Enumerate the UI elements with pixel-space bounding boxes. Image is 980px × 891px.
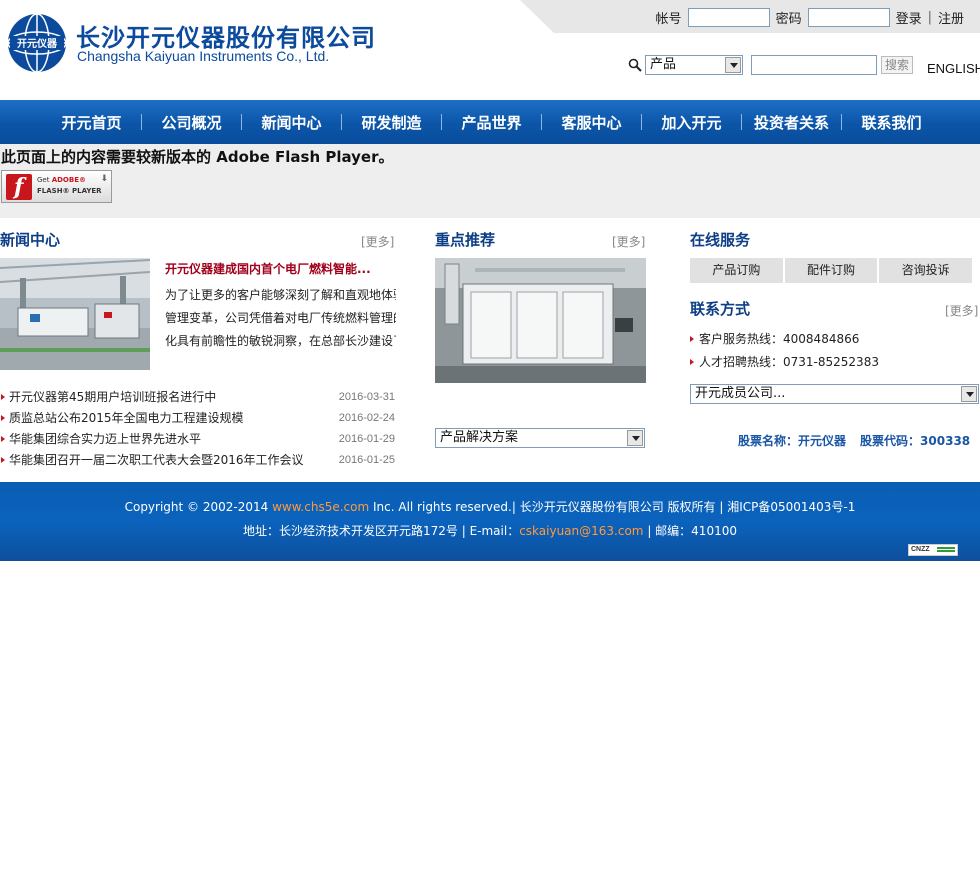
copyright-prefix: Copyright © 2002-2014 bbox=[124, 500, 273, 514]
news-item-date: 2016-02-24 bbox=[338, 412, 395, 424]
postcode-text: | 邮编：410100 bbox=[643, 524, 737, 538]
stock-info: 股票名称：开元仪器 股票代码：300338 bbox=[738, 432, 970, 449]
news-feature-line: 化具有前瞻性的敏锐洞察，在总部长沙建设了 bbox=[165, 334, 396, 348]
list-item[interactable]: 华能集团综合实力迈上世界先进水平 2016-01-29 bbox=[0, 429, 396, 450]
footer-email-link[interactable]: cskaiyuan@163.com bbox=[519, 524, 643, 538]
member-company-value: 开元成员公司... bbox=[695, 386, 786, 401]
stock-name-value: 开元仪器 bbox=[798, 434, 847, 448]
search-bar: 产品 搜索 bbox=[628, 55, 914, 75]
get-flash-player-button[interactable]: Get ADOBE® FLASH® PLAYER ⬇ bbox=[1, 170, 112, 203]
contact-value: 4008484866 bbox=[783, 332, 860, 346]
search-category-select[interactable]: 产品 bbox=[645, 55, 743, 75]
inquiry-complaint-button[interactable]: 咨询投诉 bbox=[877, 258, 973, 283]
flash-banner: 此页面上的内容需要较新版本的 Adobe Flash Player。 Get A… bbox=[0, 144, 980, 218]
chevron-down-icon bbox=[725, 57, 741, 73]
english-link[interactable]: ENGLISH bbox=[927, 61, 980, 76]
news-item-title[interactable]: 开元仪器第45期用户培训班报名进行中 bbox=[9, 390, 216, 404]
contact-more-link[interactable]: [更多] bbox=[945, 302, 978, 319]
stock-code-value: 300338 bbox=[920, 434, 971, 448]
stock-code-label: 股票代码： bbox=[860, 434, 921, 448]
news-item-title[interactable]: 华能集团召开一届二次职工代表大会暨2016年工作会议 bbox=[9, 453, 304, 467]
search-button[interactable]: 搜索 bbox=[881, 56, 914, 74]
news-item-title[interactable]: 质监总站公布2015年全国电力工程建设规模 bbox=[9, 411, 244, 425]
flash-badge-line1: Get ADOBE® bbox=[37, 176, 86, 184]
service-section-title: 在线服务 bbox=[690, 231, 751, 249]
recommend-more-link[interactable]: [更多] bbox=[612, 233, 645, 250]
login-form: 帐号 密码 登录 | 注册 bbox=[656, 7, 964, 27]
logo-globe-icon: 开元仪器 bbox=[7, 13, 67, 73]
search-icon bbox=[628, 58, 642, 72]
list-item[interactable]: 华能集团召开一届二次职工代表大会暨2016年工作会议 2016-01-25 bbox=[0, 450, 396, 471]
news-feature-line: 为了让更多的客户能够深刻了解和直观地体验 bbox=[165, 288, 396, 302]
nav-item-products[interactable]: 产品世界 bbox=[442, 112, 541, 133]
search-input[interactable] bbox=[751, 55, 877, 75]
news-item-title[interactable]: 华能集团综合实力迈上世界先进水平 bbox=[9, 432, 201, 446]
list-item: 客户服务热线：4008484866 bbox=[690, 328, 879, 351]
company-name-en: Changsha Kaiyuan Instruments Co., Ltd. bbox=[77, 48, 330, 64]
copyright-suffix: Inc. All rights reserved.| 长沙开元仪器股份有限公司 … bbox=[369, 500, 856, 514]
company-logo[interactable]: 开元仪器 长沙开元仪器股份有限公司 Changsha Kaiyuan Instr… bbox=[6, 12, 375, 74]
footer-copyright: Copyright © 2002-2014 www.chs5e.com Inc.… bbox=[0, 498, 980, 515]
solution-select[interactable]: 产品解决方案 bbox=[435, 428, 645, 448]
nav-item-join[interactable]: 加入开元 bbox=[642, 112, 741, 133]
contact-list: 客户服务热线：4008484866 人才招聘热线：0731-85252383 bbox=[690, 328, 879, 374]
news-feature-photo[interactable] bbox=[0, 258, 150, 370]
address-text: 地址：长沙经济技术开发区开元路172号 | E-mail： bbox=[243, 524, 520, 538]
nav-item-news[interactable]: 新闻中心 bbox=[242, 112, 341, 133]
news-more-link[interactable]: [更多] bbox=[361, 233, 394, 250]
news-feature-line: 管理变革，公司凭借着对电厂传统燃料管理的 bbox=[165, 311, 396, 325]
product-order-button[interactable]: 产品订购 bbox=[690, 258, 783, 283]
account-label: 帐号 bbox=[655, 11, 682, 27]
news-feature-title[interactable]: 开元仪器建成国内首个电厂燃料智能... bbox=[165, 260, 395, 277]
nav-item-investors[interactable]: 投资者关系 bbox=[742, 112, 841, 133]
contact-value: 0731-85252383 bbox=[783, 355, 879, 369]
nav-item-rd[interactable]: 研发制造 bbox=[342, 112, 441, 133]
solution-select-value: 产品解决方案 bbox=[440, 430, 519, 445]
contact-label: 人才招聘热线： bbox=[699, 355, 784, 369]
cnzz-stripes-icon bbox=[937, 547, 955, 553]
parts-order-button[interactable]: 配件订购 bbox=[782, 258, 878, 283]
nav-item-about[interactable]: 公司概况 bbox=[142, 112, 241, 133]
service-buttons: 产品订购 配件订购 咨询投诉 bbox=[690, 258, 973, 283]
list-item: 人才招聘热线：0731-85252383 bbox=[690, 351, 879, 374]
news-item-date: 2016-01-25 bbox=[338, 454, 395, 466]
chevron-down-icon bbox=[627, 430, 643, 446]
news-item-date: 2016-03-31 bbox=[338, 391, 395, 403]
password-input[interactable] bbox=[807, 7, 890, 27]
site-footer: Copyright © 2002-2014 www.chs5e.com Inc.… bbox=[0, 482, 980, 561]
stock-name-label: 股票名称： bbox=[738, 434, 799, 448]
flash-required-message: 此页面上的内容需要较新版本的 Adobe Flash Player。 bbox=[1, 148, 394, 166]
search-category-value: 产品 bbox=[650, 57, 677, 72]
recommend-section-title: 重点推荐 bbox=[435, 231, 496, 249]
nav-item-service[interactable]: 客服中心 bbox=[542, 112, 641, 133]
main-nav: 开元首页 公司概况 新闻中心 研发制造 产品世界 客服中心 加入开元 投资者关系… bbox=[0, 100, 980, 144]
news-item-date: 2016-01-29 bbox=[338, 433, 395, 445]
chevron-down-icon bbox=[961, 386, 977, 402]
password-label: 密码 bbox=[775, 11, 802, 27]
list-item[interactable]: 开元仪器第45期用户培训班报名进行中 2016-03-31 bbox=[0, 387, 396, 408]
nav-item-contact[interactable]: 联系我们 bbox=[842, 112, 941, 133]
account-input[interactable] bbox=[687, 7, 770, 27]
login-link[interactable]: 登录 bbox=[896, 8, 922, 27]
login-strip: 帐号 密码 登录 | 注册 bbox=[520, 0, 980, 33]
footer-site-link[interactable]: www.chs5e.com bbox=[272, 500, 369, 514]
flash-badge-line2: FLASH® PLAYER bbox=[37, 187, 102, 195]
nav-item-home[interactable]: 开元首页 bbox=[42, 112, 141, 133]
contact-label: 客户服务热线： bbox=[699, 332, 784, 346]
news-list: 开元仪器第45期用户培训班报名进行中 2016-03-31 质监总站公布2015年… bbox=[0, 387, 396, 471]
register-link[interactable]: 注册 bbox=[938, 8, 964, 27]
site-header: 开元仪器 长沙开元仪器股份有限公司 Changsha Kaiyuan Instr… bbox=[0, 0, 980, 100]
login-divider: | bbox=[927, 9, 932, 25]
news-feature-summary: 为了让更多的客户能够深刻了解和直观地体验 管理变革，公司凭借着对电厂传统燃料管理… bbox=[165, 284, 396, 354]
contact-section-title: 联系方式 bbox=[690, 300, 751, 318]
recommend-product-photo[interactable] bbox=[435, 258, 646, 383]
member-company-select[interactable]: 开元成员公司... bbox=[690, 384, 979, 404]
footer-address: 地址：长沙经济技术开发区开元路172号 | E-mail：cskaiyuan@1… bbox=[0, 522, 980, 539]
download-arrow-icon: ⬇ bbox=[100, 174, 108, 184]
cnzz-stats-badge[interactable]: CNZZ bbox=[908, 544, 958, 556]
flash-logo-icon bbox=[6, 174, 32, 200]
list-item[interactable]: 质监总站公布2015年全国电力工程建设规模 2016-02-24 bbox=[0, 408, 396, 429]
logo-mark-text: 开元仪器 bbox=[17, 38, 58, 50]
news-section-title: 新闻中心 bbox=[0, 231, 61, 249]
